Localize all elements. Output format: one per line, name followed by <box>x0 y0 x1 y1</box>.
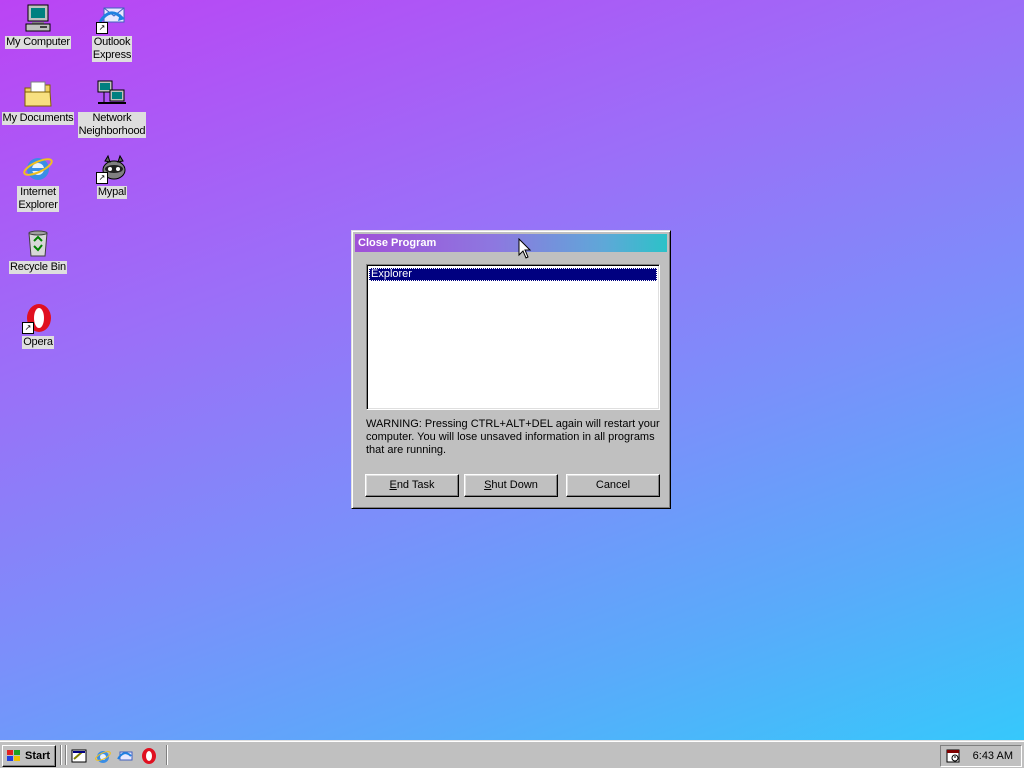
recycle-bin-icon <box>22 227 54 259</box>
desktop-icon-my-documents[interactable]: My Documents <box>0 78 76 125</box>
close-program-dialog: Close Program Explorer WARNING: Pressing… <box>351 230 671 509</box>
mypal-icon: ↗ <box>96 152 128 184</box>
taskbar-separator <box>65 745 67 765</box>
end-task-button[interactable]: End Task <box>365 474 459 497</box>
desktop-icon-label: Recycle Bin <box>9 261 67 274</box>
end-task-mnemonic: E <box>389 479 397 491</box>
desktop-icon-my-computer[interactable]: My Computer <box>0 2 76 49</box>
outlook-express-icon: ↗ <box>96 2 128 34</box>
desktop-icon-mypal[interactable]: ↗ Mypal <box>74 152 150 199</box>
dialog-title: Close Program <box>358 237 437 249</box>
list-item[interactable]: Explorer <box>369 268 657 281</box>
windows-logo-icon <box>7 750 20 761</box>
shut-down-button[interactable]: Shut Down <box>464 474 558 497</box>
taskbar: Start 6:43 AM <box>0 740 1024 768</box>
opera-icon[interactable] <box>140 747 158 765</box>
desktop[interactable]: My Computer ↗ Outlook Express My Document… <box>0 0 1024 740</box>
internet-explorer-icon[interactable] <box>94 747 112 765</box>
my-documents-icon <box>22 78 54 110</box>
shortcut-arrow-icon: ↗ <box>96 22 108 34</box>
start-label: Start <box>25 750 51 762</box>
dialog-titlebar[interactable]: Close Program <box>355 234 667 252</box>
desktop-icon-network-neighborhood[interactable]: Network Neighborhood <box>74 78 150 138</box>
end-task-label: nd Task <box>396 479 435 491</box>
shortcut-arrow-icon: ↗ <box>96 172 108 184</box>
show-desktop-icon[interactable] <box>70 747 88 765</box>
start-button[interactable]: Start <box>2 745 56 767</box>
desktop-icon-internet-explorer[interactable]: Internet Explorer <box>0 152 76 212</box>
outlook-express-icon[interactable] <box>116 747 134 765</box>
desktop-icon-recycle-bin[interactable]: Recycle Bin <box>0 227 76 274</box>
scheduler-icon[interactable] <box>945 748 961 764</box>
desktop-icon-label: Network Neighborhood <box>77 112 147 138</box>
internet-explorer-icon <box>22 152 54 184</box>
desktop-icon-label: My Computer <box>5 36 71 49</box>
desktop-icon-opera[interactable]: ↗ Opera <box>0 302 76 349</box>
shortcut-arrow-icon: ↗ <box>22 322 34 334</box>
warning-text: WARNING: Pressing CTRL+ALT+DEL again wil… <box>366 418 660 456</box>
desktop-icon-outlook-express[interactable]: ↗ Outlook Express <box>74 2 150 62</box>
network-neighborhood-icon <box>96 78 128 110</box>
clock[interactable]: 6:43 AM <box>973 746 1013 766</box>
desktop-icon-label: Mypal <box>96 186 128 199</box>
desktop-icon-label: Outlook Express <box>91 36 133 62</box>
taskbar-separator <box>60 745 62 765</box>
desktop-icon-label: My Documents <box>1 112 75 125</box>
desktop-icon-label: Internet Explorer <box>17 186 59 212</box>
my-computer-icon <box>22 2 54 34</box>
mouse-pointer-icon <box>518 238 532 259</box>
cancel-button[interactable]: Cancel <box>566 474 660 497</box>
taskbar-separator <box>166 745 168 765</box>
shut-down-label: hut Down <box>491 479 538 491</box>
program-list[interactable]: Explorer <box>366 264 660 410</box>
system-tray: 6:43 AM <box>940 745 1022 767</box>
desktop-icon-label: Opera <box>22 336 54 349</box>
opera-icon: ↗ <box>22 302 54 334</box>
